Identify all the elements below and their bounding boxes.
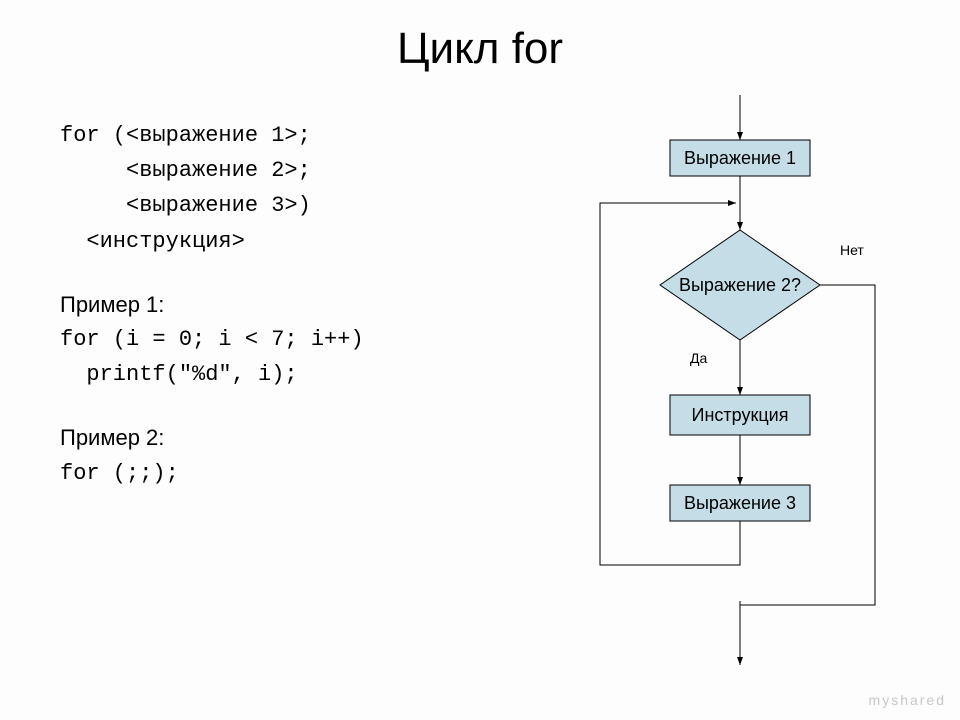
example-heading: Пример 2: <box>60 420 364 455</box>
flowchart-svg: Выражение 1 Выражение 2? Да Нет Инструкц… <box>540 95 940 675</box>
code-line: <выражение 3>) <box>60 188 364 223</box>
slide: Цикл for for (<выражение 1>; <выражение … <box>0 0 960 720</box>
flow-decision: Выражение 2? <box>679 275 801 295</box>
code-line: printf("%d", i); <box>60 357 364 392</box>
code-listing: for (<выражение 1>; <выражение 2>; <выра… <box>60 118 364 491</box>
page-title: Цикл for <box>0 24 960 74</box>
code-line: <выражение 2>; <box>60 153 364 188</box>
flow-yes-label: Да <box>690 350 707 366</box>
code-line: for (;;); <box>60 456 364 491</box>
code-line: for (i = 0; i < 7; i++) <box>60 322 364 357</box>
flow-box-expr1: Выражение 1 <box>684 148 796 168</box>
flow-box-expr3: Выражение 3 <box>684 493 796 513</box>
flowchart: Выражение 1 Выражение 2? Да Нет Инструкц… <box>540 95 940 675</box>
code-line: <инструкция> <box>60 224 364 259</box>
code-line: for (<выражение 1>; <box>60 118 364 153</box>
watermark: myshared <box>869 692 946 708</box>
flow-box-instruction: Инструкция <box>692 405 789 425</box>
flow-no-label: Нет <box>840 242 864 258</box>
example-heading: Пример 1: <box>60 287 364 322</box>
